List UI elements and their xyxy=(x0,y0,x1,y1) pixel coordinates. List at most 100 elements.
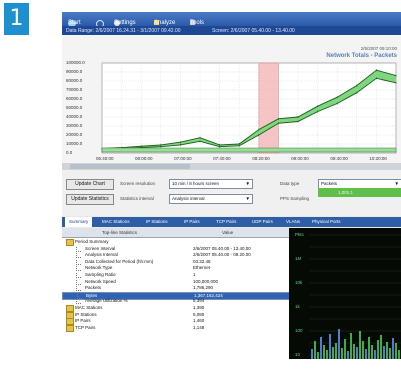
tab-bar: Summary MAC Stations IP Stations IP Pair… xyxy=(62,217,401,227)
table-row[interactable]: IP Pairs 1,460 xyxy=(62,318,289,326)
histogram-bar xyxy=(389,348,391,359)
tab-tcp-pairs[interactable]: TCP Pairs xyxy=(216,219,236,224)
update-statistics-button[interactable]: Update Statistics xyxy=(66,194,114,205)
histogram-bar xyxy=(371,345,373,359)
table-row[interactable]: Period Summary xyxy=(62,239,289,246)
table-row[interactable]: Network Type Ethernet xyxy=(62,265,289,272)
screen-resolution-label: Screen resolution xyxy=(120,181,156,186)
date-range-bar: Data Range: 2/6/2007 16.24.31 - 3/1/2007… xyxy=(62,26,401,35)
table-row[interactable]: Packets 1,786,290 xyxy=(62,285,289,292)
chart-scrollbar[interactable] xyxy=(62,163,401,170)
histogram-bar xyxy=(335,343,337,359)
row-label: Sampling Ratio xyxy=(85,272,116,277)
table-row[interactable]: Screen Interval 2/6/2007 05.40.00 - 13.40… xyxy=(62,246,289,252)
chevron-down-icon: ▼ xyxy=(245,181,250,186)
y-tick-label: 20000.0 xyxy=(66,132,83,137)
y-tick-label: 50000.0 xyxy=(66,105,83,110)
row-value: 1 xyxy=(193,272,196,277)
statistics-table: Top-line Statistics Value Period Summary… xyxy=(62,228,293,359)
histogram-bar xyxy=(326,350,328,359)
row-value: 1,786,290 xyxy=(193,285,214,291)
histogram-bar xyxy=(359,331,361,359)
statistics-interval-select[interactable]: Analysis interval ▼ xyxy=(169,194,253,204)
histogram-bar xyxy=(365,349,367,359)
row-label: Data Collected for Period (hh:mm) xyxy=(85,258,154,264)
traffic-histogram-panel: Pkts 1M 10k 1k 100 10 xyxy=(289,228,401,359)
tree-branch-icon xyxy=(76,253,81,259)
y-tick-label: 0.0 xyxy=(66,150,73,155)
row-value: 03.32.48 xyxy=(193,258,211,264)
column-header-value: Value xyxy=(222,230,234,235)
tab-mac-stations[interactable]: MAC Stations xyxy=(102,219,130,224)
histogram-bar xyxy=(320,337,322,359)
histogram-bar xyxy=(356,347,358,359)
tree-branch-icon xyxy=(76,266,81,272)
y-tick-label: 60000.0 xyxy=(66,96,83,101)
table-row[interactable]: Sampling Ratio 1 xyxy=(62,272,289,278)
histogram-bar xyxy=(341,348,343,359)
row-label: Period Summary xyxy=(75,239,109,244)
tree-branch-icon xyxy=(76,246,81,252)
packets-chart[interactable] xyxy=(62,35,401,163)
histogram-bar xyxy=(344,339,346,359)
tab-summary[interactable]: Summary xyxy=(65,217,93,227)
statistics-interval-label: Statistics interval xyxy=(120,196,154,201)
tree-branch-icon xyxy=(76,299,81,305)
row-value: 5.394 xyxy=(193,298,205,304)
y-tick-label: 80000.0 xyxy=(66,78,83,83)
histogram-bar xyxy=(377,340,379,359)
chevron-down-icon: ▼ xyxy=(245,196,250,201)
step-number-badge: 1 xyxy=(4,3,29,35)
y-tick-label: 10000.0 xyxy=(66,141,83,146)
table-row[interactable]: TCP Pairs 1,148 xyxy=(62,324,289,332)
x-tick-label: 07:40:00 xyxy=(213,156,231,161)
menu-toolbar: Start Settings Analyze Tools xyxy=(62,12,401,28)
statistics-interval-value: Analysis interval xyxy=(172,196,205,201)
table-row[interactable]: MAC Stations 1,390 xyxy=(62,305,289,312)
row-value: 1,460 xyxy=(193,318,205,324)
histogram-bar xyxy=(362,341,364,359)
tree-branch-icon xyxy=(76,273,81,278)
histogram-bar xyxy=(353,344,355,359)
tab-vlans[interactable]: VLANs xyxy=(286,219,300,224)
screen-resolution-select[interactable]: 10 min / 8 hours screen ▼ xyxy=(169,179,253,189)
histogram-bar xyxy=(383,346,385,359)
histogram-bar xyxy=(380,335,382,359)
y-tick-label: 90000.0 xyxy=(66,69,83,74)
update-chart-button[interactable]: Update Chart xyxy=(66,179,114,190)
chart-panel: 2/5/2007 09:10:00 Network Totals - Packe… xyxy=(62,35,401,163)
tab-physical-ports[interactable]: Physical Ports xyxy=(312,219,341,224)
row-label: Screen Interval xyxy=(85,245,116,251)
histogram-bar xyxy=(350,333,352,359)
data-range-text: Data Range: 2/6/2007 16.24.31 - 3/1/2007… xyxy=(66,28,181,34)
y-tick-label: 30000.0 xyxy=(66,123,83,128)
table-row[interactable]: Data Collected for Period (hh:mm) 03.32.4… xyxy=(62,259,289,265)
app-screenshot: Start Settings Analyze Tools Data Range:… xyxy=(62,12,401,359)
row-value: 100,000,000 xyxy=(193,278,219,284)
scrollbar-thumb[interactable] xyxy=(70,164,190,169)
tab-udp-pairs[interactable]: UDP Pairs xyxy=(252,219,273,224)
histogram-bar xyxy=(392,338,394,359)
data-type-value: Packets xyxy=(321,181,338,186)
histogram-bar xyxy=(386,342,388,359)
baseline-series xyxy=(101,147,397,153)
tab-ip-stations[interactable]: IP Stations xyxy=(146,219,168,224)
x-tick-label: 09:40:00 xyxy=(330,156,348,161)
x-tick-label: 08:00:00 xyxy=(135,156,153,161)
row-label: Analysis Interval xyxy=(85,252,118,258)
row-label: Network Type xyxy=(85,265,113,271)
histogram-bar xyxy=(395,343,397,359)
row-value: 1,390 xyxy=(193,305,205,310)
x-tick-label: 10:20:00 xyxy=(369,156,387,161)
folder-icon[interactable] xyxy=(66,324,74,332)
table-row[interactable]: Average Utilization % 5.394 xyxy=(62,298,289,305)
row-value: 2/6/2007 05.40.00 - 09.20.00 xyxy=(193,252,251,258)
tab-ip-pairs[interactable]: IP Pairs xyxy=(184,219,200,224)
table-row[interactable]: Analysis Interval 2/6/2007 05.40.00 - 09.… xyxy=(62,252,289,259)
table-row[interactable]: IP Stations 5,080 xyxy=(62,311,289,319)
row-label: Packets xyxy=(85,285,102,291)
row-value: Ethernet xyxy=(193,265,211,271)
y-tick-label: 100000.0 xyxy=(66,60,85,65)
column-header-statistics: Top-line Statistics xyxy=(102,230,138,235)
table-row[interactable]: Network Speed 100,000,000 xyxy=(62,279,289,285)
